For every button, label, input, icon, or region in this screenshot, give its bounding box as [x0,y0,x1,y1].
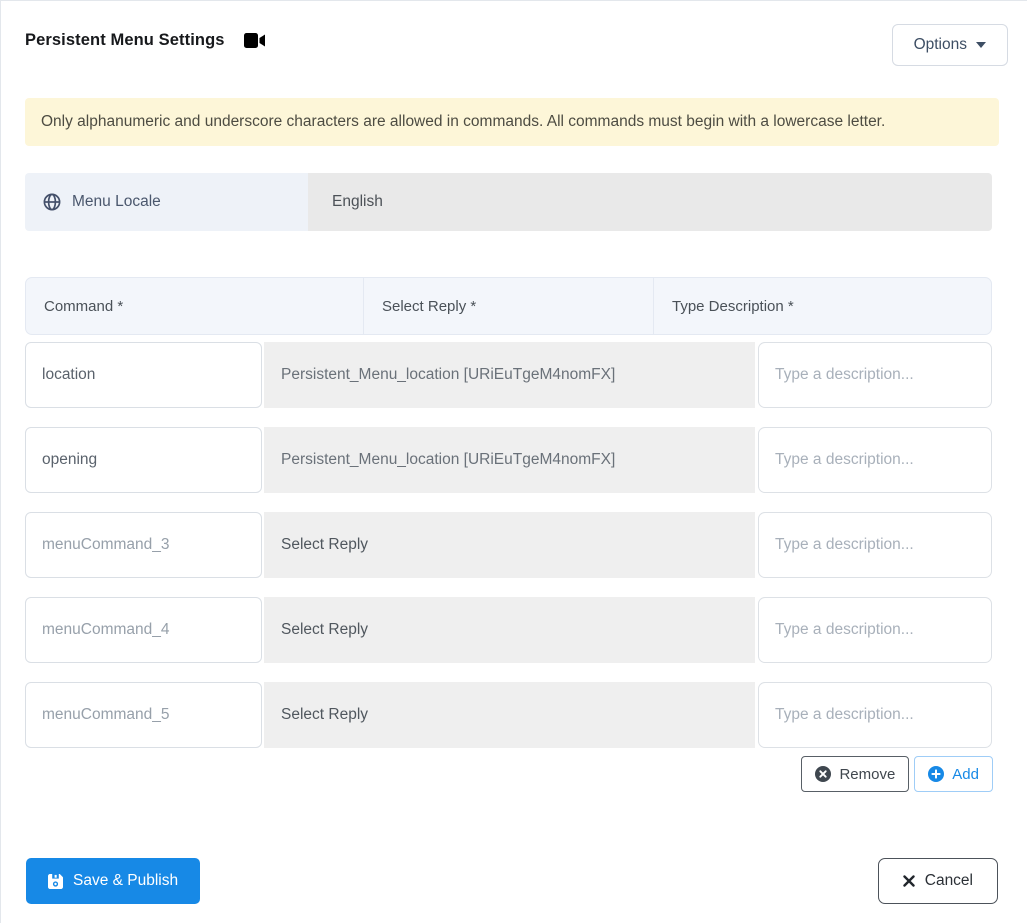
table-row: Select Reply [25,512,992,578]
reply-select[interactable]: Select Reply [264,682,755,748]
command-input[interactable] [25,512,262,578]
remove-button-label: Remove [839,765,896,783]
page-title: Persistent Menu Settings [25,31,225,49]
cancel-button[interactable]: Cancel [877,858,998,904]
reply-select-text: Persistent_Menu_location [URiEuTgeM4nomF… [281,451,616,468]
persistent-menu-settings-panel: Persistent Menu Settings Options Only al… [0,0,1027,923]
reply-select[interactable]: Select Reply [264,597,755,663]
page-header: Persistent Menu Settings [25,31,265,50]
command-input[interactable] [25,427,262,493]
description-input[interactable] [758,682,992,748]
column-header-command: Command * [44,297,124,315]
save-icon [48,873,63,889]
table-row: Persistent_Menu_location [URiEuTgeM4nomF… [25,427,992,493]
table-row: Persistent_Menu_location [URiEuTgeM4nomF… [25,342,992,408]
reply-select[interactable]: Persistent_Menu_location [URiEuTgeM4nomF… [264,427,755,493]
description-input[interactable] [758,427,992,493]
reply-select-text: Select Reply [281,536,369,553]
options-button[interactable]: Options [891,24,1008,66]
menu-locale-row: Menu Locale English [25,173,992,231]
options-button-label: Options [913,36,967,53]
save-publish-label: Save & Publish [73,872,179,889]
table-row: Select Reply [25,597,992,663]
reply-select-text: Persistent_Menu_location [URiEuTgeM4nomF… [281,366,616,383]
command-input[interactable] [25,597,262,663]
x-icon [903,875,915,887]
description-input[interactable] [758,342,992,408]
add-row-button[interactable]: Add [914,756,993,792]
reply-select[interactable]: Select Reply [264,512,755,578]
description-input[interactable] [758,597,992,663]
chevron-down-icon [976,42,986,48]
reply-select-text: Select Reply [281,621,369,638]
warning-banner: Only alphanumeric and underscore charact… [25,98,999,146]
menu-locale-value-text: English [332,193,383,210]
menu-locale-value[interactable]: English [308,173,992,231]
cancel-button-label: Cancel [924,872,973,889]
x-circle-icon [815,766,832,782]
reply-select[interactable]: Persistent_Menu_location [URiEuTgeM4nomF… [264,342,755,408]
save-publish-button[interactable]: Save & Publish [26,858,201,904]
description-input[interactable] [758,512,992,578]
reply-select-text: Select Reply [281,706,369,723]
column-header-type-description: Type Description * [653,278,991,334]
warning-banner-text: Only alphanumeric and underscore charact… [41,113,886,130]
video-camera-icon [243,33,265,48]
command-input[interactable] [25,342,262,408]
command-input[interactable] [25,682,262,748]
menu-locale-label-text: Menu Locale [72,193,161,210]
add-button-label: Add [952,765,979,783]
menu-locale-label: Menu Locale [25,173,308,231]
column-header-select-reply: Select Reply * [363,278,653,334]
table-row: Select Reply [25,682,992,748]
remove-row-button[interactable]: Remove [801,756,910,792]
globe-icon [43,193,61,211]
table-header: Command * Select Reply * Type Descriptio… [25,277,992,335]
row-actions: Remove Add [801,756,993,792]
plus-circle-icon [928,766,945,782]
